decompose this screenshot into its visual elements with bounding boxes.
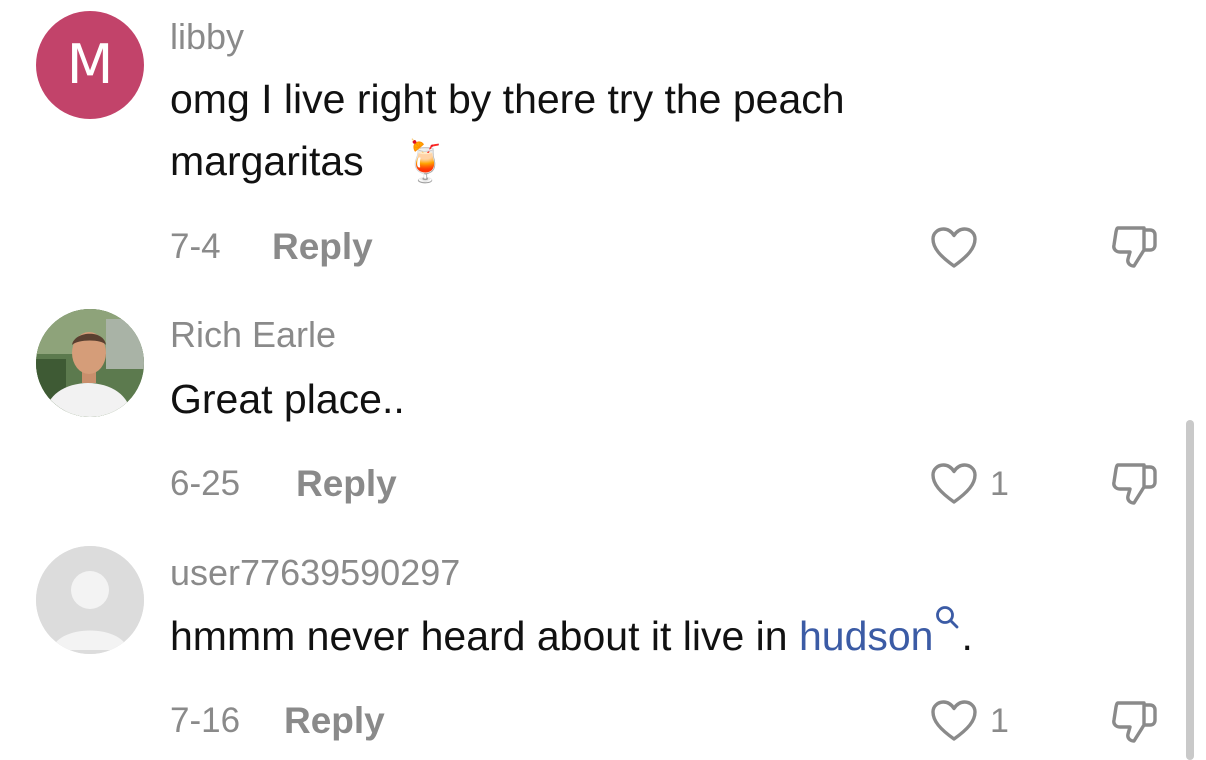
heart-icon[interactable] — [930, 462, 978, 506]
search-icon[interactable] — [933, 603, 961, 631]
comment-date: 6-25 — [170, 464, 241, 503]
comment-text: margaritas — [170, 138, 364, 184]
comment-date: 7-16 — [170, 701, 241, 740]
comment-text: Great place.. — [170, 376, 405, 422]
comment-text-line-2: margaritas 🍹 — [170, 130, 450, 193]
comment-username[interactable]: libby — [170, 19, 244, 55]
comment-text: hmmm never heard about it live in — [170, 613, 799, 659]
cocktail-emoji: 🍹 — [400, 140, 451, 184]
thumbs-down-icon[interactable] — [1110, 459, 1160, 507]
search-link[interactable]: hudson — [799, 613, 934, 659]
thumbs-down-icon[interactable] — [1110, 222, 1160, 270]
thumbs-down-icon[interactable] — [1110, 697, 1160, 745]
avatar-letter: M — [66, 33, 114, 96]
comment-username[interactable]: Rich Earle — [170, 317, 336, 353]
comment-username[interactable]: user77639590297 — [170, 555, 460, 591]
comment-text-line-1: hmmm never heard about it live in hudson… — [170, 605, 973, 667]
heart-icon[interactable] — [930, 699, 978, 743]
reply-button[interactable]: Reply — [272, 228, 373, 265]
avatar[interactable] — [36, 309, 144, 417]
comment-text-end: . — [961, 613, 973, 659]
reply-button[interactable]: Reply — [296, 465, 397, 502]
user-photo — [36, 309, 144, 417]
like-count: 1 — [990, 465, 1009, 503]
reply-button[interactable]: Reply — [284, 702, 385, 739]
default-avatar-icon — [36, 546, 144, 654]
heart-icon[interactable] — [930, 226, 978, 270]
scrollbar[interactable] — [1186, 420, 1194, 760]
like-count: 1 — [990, 702, 1009, 740]
comment-text-line-1: omg I live right by there try the peach — [170, 76, 845, 122]
avatar[interactable]: M — [36, 11, 144, 119]
avatar[interactable] — [36, 546, 144, 654]
comment-date: 7-4 — [170, 227, 221, 266]
